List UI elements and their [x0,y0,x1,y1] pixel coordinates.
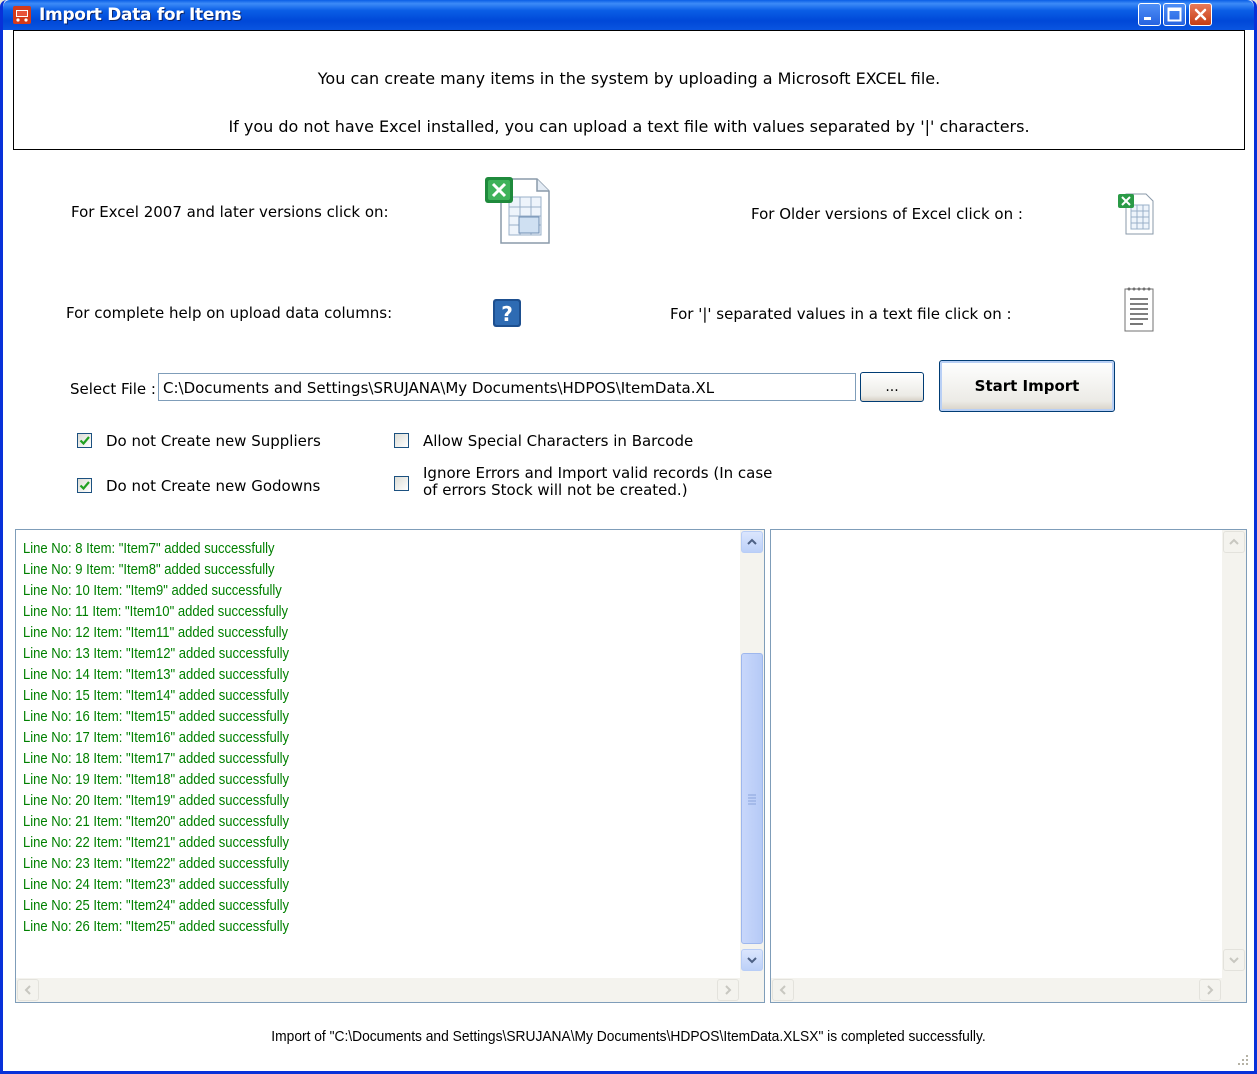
scroll-right-button[interactable] [717,979,739,1001]
log-line: Line No: 16 Item: "Item15" added success… [23,709,290,725]
scroll-right-button[interactable] [1199,979,1221,1001]
select-file-label: Select File : [70,380,156,398]
log-line: Line No: 12 Item: "Item11" added success… [23,625,289,641]
notepad-icon[interactable] [1119,283,1159,335]
minimize-icon [1144,17,1151,20]
log-line: Line No: 21 Item: "Item20" added success… [23,814,290,830]
window-title: Import Data for Items [39,5,242,25]
scroll-left-button[interactable] [772,979,794,1001]
import-window: Import Data for Items You can create man… [0,0,1257,1074]
help-label: For complete help on upload data columns… [66,304,393,322]
log-line: Line No: 11 Item: "Item10" added success… [23,604,289,620]
no-godowns-checkbox[interactable] [77,478,92,493]
log-line: Line No: 18 Item: "Item17" added success… [23,751,290,767]
excel-old-label: For Older versions of Excel click on : [751,205,1023,223]
chevron-down-icon [1229,957,1239,964]
import-log-panel[interactable]: Line No: 8 Item: "Item7" added successfu… [15,529,765,1003]
checkmark-icon [79,436,90,446]
log-line: Line No: 15 Item: "Item14" added success… [23,688,290,704]
error-horizontal-scrollbar[interactable] [771,978,1222,1002]
scroll-up-button[interactable] [741,531,763,553]
log-horizontal-scrollbar[interactable] [16,978,740,1002]
scroll-up-button[interactable] [1223,531,1245,553]
log-line: Line No: 26 Item: "Item25" added success… [23,919,290,935]
scroll-thumb[interactable] [741,653,763,944]
special-chars-checkbox[interactable] [394,433,409,448]
grip-icon [748,794,756,805]
start-import-button[interactable]: Start Import [939,360,1115,412]
instructions-line-1: You can create many items in the system … [317,69,941,88]
file-path-input[interactable]: C:\Documents and Settings\SRUJANA\My Doc… [158,373,856,401]
special-chars-label: Allow Special Characters in Barcode [423,432,694,450]
log-line: Line No: 25 Item: "Item24" added success… [23,898,290,914]
excel-xls-icon[interactable] [1116,191,1156,237]
minimize-button[interactable] [1138,3,1161,26]
no-suppliers-checkbox[interactable] [77,433,92,448]
resize-grip-icon[interactable] [1236,1053,1250,1067]
log-vertical-scrollbar[interactable] [740,530,764,978]
log-line: Line No: 23 Item: "Item22" added success… [23,856,290,872]
log-line: Line No: 19 Item: "Item18" added success… [23,772,290,788]
svg-text:?: ? [501,302,513,326]
ignore-errors-label-line-2: of errors Stock will not be created.) [423,481,688,499]
log-line: Line No: 14 Item: "Item13" added success… [23,667,290,683]
excel2007-label: For Excel 2007 and later versions click … [71,203,389,221]
log-line: Line No: 10 Item: "Item9" added successf… [23,583,282,599]
log-line: Line No: 22 Item: "Item21" added success… [23,835,290,851]
import-log-list: Line No: 8 Item: "Item7" added successfu… [23,539,289,938]
instructions-line-2: If you do not have Excel installed, you … [228,117,1030,136]
chevron-down-icon [747,957,757,964]
ignore-errors-checkbox[interactable] [394,476,409,491]
scrollbar-corner [740,978,764,1002]
checkmark-icon [79,481,90,491]
no-suppliers-label: Do not Create new Suppliers [106,432,321,450]
excel-xlsx-icon[interactable] [483,175,553,247]
text-file-label: For '|' separated values in a text file … [670,305,1012,323]
error-log-panel[interactable] [770,529,1247,1003]
chevron-up-icon [1229,538,1239,545]
log-line: Line No: 13 Item: "Item12" added success… [23,646,290,662]
error-vertical-scrollbar[interactable] [1222,530,1246,978]
close-button[interactable] [1189,3,1212,26]
help-icon[interactable]: ? [492,298,522,328]
browse-button[interactable]: ... [860,372,924,402]
chevron-left-icon [779,985,786,995]
instructions-box: You can create many items in the system … [13,30,1245,150]
maximize-button[interactable] [1163,3,1186,26]
close-icon [1194,8,1207,21]
chevron-up-icon [747,538,757,545]
log-line: Line No: 20 Item: "Item19" added success… [23,793,290,809]
chevron-right-icon [725,985,732,995]
chevron-left-icon [24,985,31,995]
ignore-errors-label: Ignore Errors and Import valid records (… [423,465,772,499]
cart-icon [13,6,31,24]
ignore-errors-label-line-1: Ignore Errors and Import valid records (… [423,464,773,482]
scroll-left-button[interactable] [17,979,39,1001]
log-line: Line No: 9 Item: "Item8" added successfu… [23,562,275,578]
scroll-down-button[interactable] [1223,949,1245,971]
scroll-down-button[interactable] [741,949,763,971]
title-bar[interactable]: Import Data for Items [3,0,1254,30]
maximize-icon [1167,7,1182,22]
log-line: Line No: 24 Item: "Item23" added success… [23,877,290,893]
scrollbar-corner [1222,978,1246,1002]
no-godowns-label: Do not Create new Godowns [106,477,321,495]
log-line: Line No: 17 Item: "Item16" added success… [23,730,290,746]
log-line: Line No: 8 Item: "Item7" added successfu… [23,541,275,557]
status-message: Import of "C:\Documents and Settings\SRU… [271,1028,986,1045]
chevron-right-icon [1207,985,1214,995]
